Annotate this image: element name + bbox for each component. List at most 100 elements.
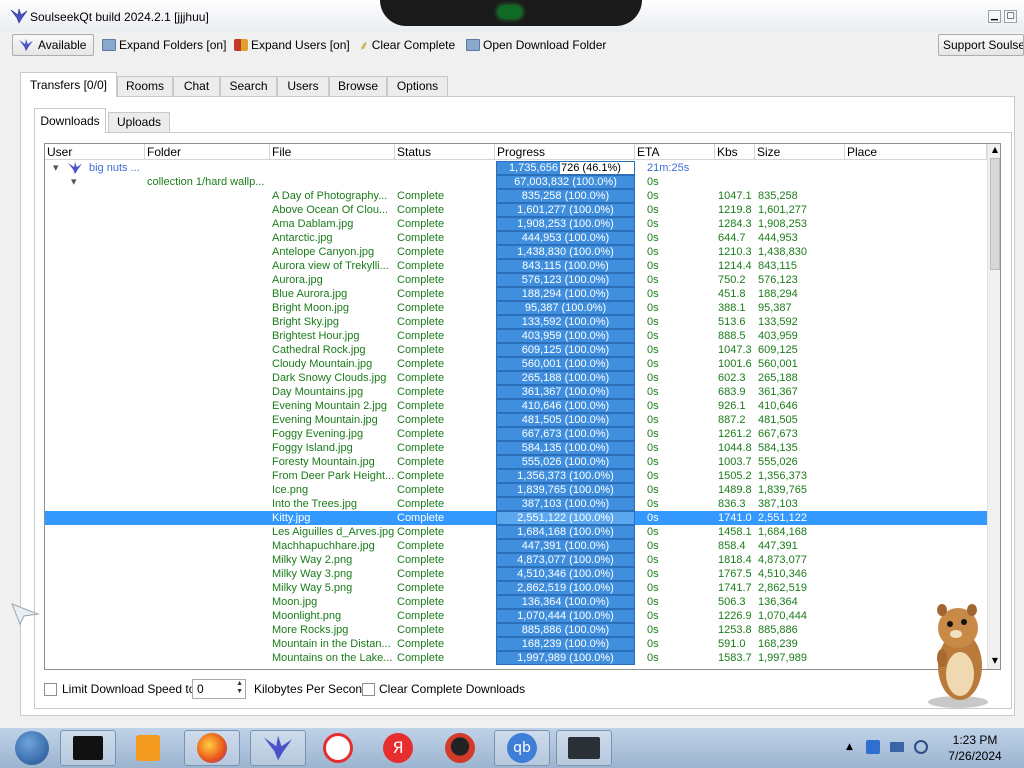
column-place[interactable]: Place [845, 144, 987, 160]
open-download-folder-button[interactable]: Open Download Folder [462, 34, 610, 56]
expand-arrow-icon[interactable]: ▾ [53, 161, 59, 175]
available-button[interactable]: Available [12, 34, 94, 56]
table-row[interactable]: Day Mountains.jpg Complete 361,367 (100.0%… [45, 385, 987, 399]
table-row[interactable]: Antelope Canyon.jpg Complete 1,438,830 (10… [45, 245, 987, 259]
taskbar-app-qbittorrent[interactable]: qb [494, 730, 550, 766]
taskbar-app-firefox[interactable] [184, 730, 240, 766]
table-row[interactable]: Above Ocean Of Clou... Complete 1,601,277 … [45, 203, 987, 217]
expand-folders-button[interactable]: Expand Folders [on] [98, 34, 230, 56]
expand-arrow-icon[interactable]: ▾ [71, 175, 77, 189]
file-progress-bar: 843,115 (100.0%) [496, 259, 635, 273]
scrollbar-thumb[interactable] [990, 158, 1000, 270]
column-size[interactable]: Size [755, 144, 845, 160]
support-soulseek-button[interactable]: Support Soulseek [938, 34, 1024, 56]
table-row[interactable]: Moonlight.png Complete 1,070,444 (100.0%) 0… [45, 609, 987, 623]
taskbar-app-terminal[interactable] [60, 730, 116, 766]
file-status: Complete [397, 484, 445, 496]
column-status[interactable]: Status [395, 144, 495, 160]
clear-complete-label: Clear Complete [371, 38, 456, 52]
bird-app-icon [445, 733, 475, 763]
file-eta: 0s [647, 484, 659, 496]
table-row[interactable]: Milky Way 3.png Complete 4,510,346 (100.0%… [45, 567, 987, 581]
minimize-button[interactable]: ▁ [988, 10, 1001, 23]
column-folder[interactable]: Folder [145, 144, 270, 160]
taskbar-app-window[interactable] [556, 730, 612, 766]
file-name: Foresty Mountain.jpg [272, 456, 375, 468]
table-row[interactable]: A Day of Photography... Complete 835,258 (… [45, 189, 987, 203]
column-user[interactable]: User [45, 144, 145, 160]
table-row[interactable]: Into the Trees.jpg Complete 387,103 (100.0… [45, 497, 987, 511]
column-kbs[interactable]: Kbs [715, 144, 755, 160]
table-row[interactable]: Cloudy Mountain.jpg Complete 560,001 (100.… [45, 357, 987, 371]
tray-app-icon[interactable] [866, 740, 880, 754]
table-row[interactable]: Foresty Mountain.jpg Complete 555,026 (100… [45, 455, 987, 469]
tab-uploads[interactable]: Uploads [108, 112, 170, 132]
file-kbs: 1001.6 [718, 358, 752, 370]
table-row[interactable]: Mountains on the Lake... Complete 1,997,98… [45, 651, 987, 665]
taskbar-app-yandex[interactable]: Я [370, 730, 426, 766]
file-status: Complete [397, 610, 445, 622]
file-kbs: 644.7 [718, 232, 746, 244]
table-row[interactable]: Foggy Island.jpg Complete 584,135 (100.0%)… [45, 441, 987, 455]
taskbar-app-bird[interactable] [432, 730, 488, 766]
table-row[interactable]: Evening Mountain.jpg Complete 481,505 (100… [45, 413, 987, 427]
clear-complete-downloads-checkbox[interactable] [362, 683, 375, 696]
tab-browse[interactable]: Browse [329, 76, 387, 96]
table-row[interactable]: Dark Snowy Clouds.jpg Complete 265,188 (10… [45, 371, 987, 385]
taskbar-app-media[interactable] [120, 730, 176, 766]
tab-downloads[interactable]: Downloads [34, 108, 106, 133]
table-row[interactable]: Machhapuchhare.jpg Complete 447,391 (100.0… [45, 539, 987, 553]
column-eta[interactable]: ETA [635, 144, 715, 160]
tab-transfers[interactable]: Transfers [0/0] [20, 72, 117, 97]
user-progress-done: 1,735,656 [509, 162, 558, 174]
table-row[interactable]: Kitty.jpg Complete 2,551,122 (100.0%) 0s 174… [45, 511, 987, 525]
table-row[interactable]: Blue Aurora.jpg Complete 188,294 (100.0%) 0… [45, 287, 987, 301]
folder-row[interactable]: ▾ collection 1/hard wallp... 67,003,832 … [45, 175, 987, 189]
table-row[interactable]: Aurora.jpg Complete 576,123 (100.0%) 0s 750.… [45, 273, 987, 287]
table-row[interactable]: Brightest Hour.jpg Complete 403,959 (100.0… [45, 329, 987, 343]
clear-complete-button[interactable]: ⸙ Clear Complete [355, 34, 459, 56]
table-row[interactable]: Mountain in the Distan... Complete 168,239… [45, 637, 987, 651]
table-row[interactable]: Bright Moon.jpg Complete 95,387 (100.0%) 0s… [45, 301, 987, 315]
table-row[interactable]: Milky Way 5.png Complete 2,862,519 (100.0%… [45, 581, 987, 595]
table-row[interactable]: Ama Dablam.jpg Complete 1,908,253 (100.0%)… [45, 217, 987, 231]
table-row[interactable]: Les Aiguilles d_Arves.jpg Complete 1,684,1… [45, 525, 987, 539]
table-row[interactable]: Milky Way 2.png Complete 4,873,077 (100.0%… [45, 553, 987, 567]
tab-chat[interactable]: Chat [173, 76, 220, 96]
maximize-button[interactable]: ▢ [1004, 10, 1017, 23]
table-row[interactable]: Aurora view of Trekylli... Complete 843,11… [45, 259, 987, 273]
scroll-up-arrow-icon[interactable]: ▲ [990, 145, 1000, 155]
start-button[interactable] [4, 730, 60, 766]
table-row[interactable]: Moon.jpg Complete 136,364 (100.0%) 0s 506.3 1… [45, 595, 987, 609]
table-row[interactable]: Foggy Evening.jpg Complete 667,673 (100.0%… [45, 427, 987, 441]
tab-options[interactable]: Options [387, 76, 448, 96]
network-icon[interactable] [890, 742, 904, 752]
spin-arrows-icon[interactable]: ▲ ▼ [236, 680, 243, 696]
column-file[interactable]: File [270, 144, 395, 160]
user-row[interactable]: ▾ big nuts ... 1,735,656 726 (46.1%) 21m… [45, 161, 987, 175]
table-row[interactable]: Cathedral Rock.jpg Complete 609,125 (100.0… [45, 343, 987, 357]
tab-rooms[interactable]: Rooms [117, 76, 173, 96]
taskbar-app-soulseek[interactable] [250, 730, 306, 766]
tray-expand-icon[interactable]: ▲ [846, 742, 853, 752]
table-row[interactable]: Ice.png Complete 1,839,765 (100.0%) 0s 1489.… [45, 483, 987, 497]
table-row[interactable]: Evening Mountain 2.jpg Complete 410,646 (1… [45, 399, 987, 413]
clock[interactable]: 1:23 PM 7/26/2024 [930, 732, 1020, 764]
expand-users-button[interactable]: Expand Users [on] [230, 34, 354, 56]
file-size: 1,438,830 [758, 246, 807, 258]
table-row[interactable]: More Rocks.jpg Complete 885,886 (100.0%) 0s… [45, 623, 987, 637]
vertical-scrollbar[interactable]: ▲ ▼ [987, 144, 1000, 669]
table-row[interactable]: From Deer Park Height... Complete 1,356,37… [45, 469, 987, 483]
file-progress-bar: 481,505 (100.0%) [496, 413, 635, 427]
taskbar-app-yandex-browser[interactable] [310, 730, 366, 766]
file-kbs: 750.2 [718, 274, 746, 286]
column-progress[interactable]: Progress [495, 144, 635, 160]
limit-speed-checkbox[interactable] [44, 683, 57, 696]
volume-icon[interactable] [914, 740, 928, 754]
table-row[interactable]: Antarctic.jpg Complete 444,953 (100.0%) 0s 6… [45, 231, 987, 245]
tab-users[interactable]: Users [277, 76, 329, 96]
table-row[interactable]: Bright Sky.jpg Complete 133,592 (100.0%) 0s… [45, 315, 987, 329]
file-size: 265,188 [758, 372, 798, 384]
tab-search[interactable]: Search [220, 76, 277, 96]
speed-spinbox[interactable]: 0 ▲ ▼ [192, 679, 246, 699]
